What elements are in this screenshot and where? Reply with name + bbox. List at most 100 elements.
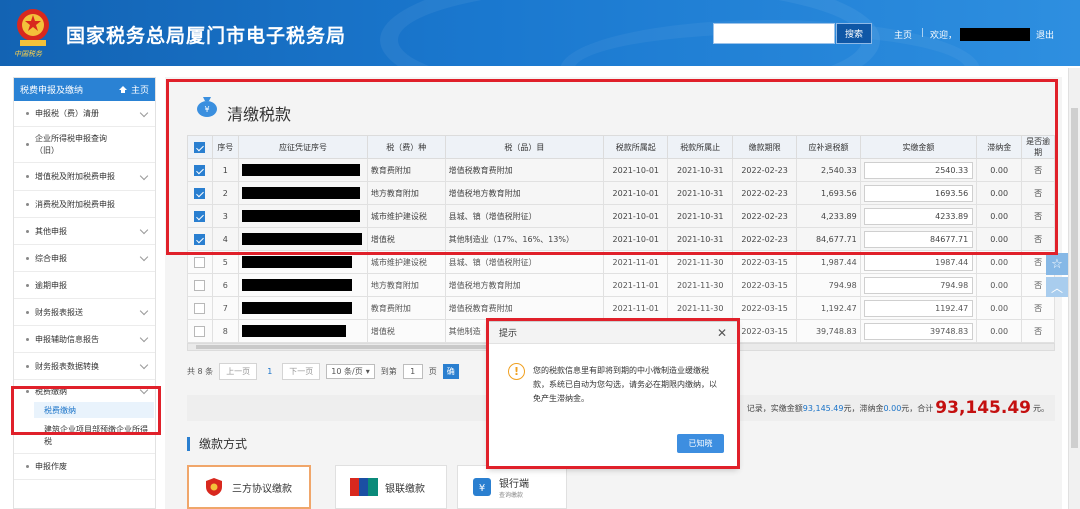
column-header: 滞纳金	[976, 135, 1023, 159]
cell-tax-type: 教育费附加	[366, 296, 446, 320]
paid-amount-input[interactable]: 1693.56	[863, 184, 974, 202]
close-icon[interactable]: ✕	[717, 326, 727, 340]
cell-late-fee: 0.00	[976, 273, 1023, 297]
chevron-down-icon	[139, 252, 149, 262]
row-checkbox[interactable]	[194, 210, 206, 222]
table-row[interactable]: 1 教育费附加 增值税教育费附加 2021-10-01 2021-10-31 2022-0…	[187, 158, 1055, 182]
back-to-top-icon[interactable]: ︿	[1046, 277, 1068, 297]
cell-period-start: 2021-11-01	[603, 273, 669, 297]
cell-tax-type: 地方教育附加	[366, 273, 446, 297]
logout-link[interactable]: 退出	[1036, 28, 1054, 41]
row-checkbox[interactable]	[194, 302, 206, 314]
cell-tax-item: 增值税地方教育附加	[444, 181, 605, 205]
page-vertical-scrollbar[interactable]	[1068, 68, 1080, 509]
sidebar-item-declaration-list[interactable]: 申报税（费）清册	[14, 101, 155, 127]
redacted-username	[960, 28, 1030, 41]
payment-option-bank[interactable]: ¥ 银行端 查询缴款	[457, 465, 567, 509]
cell-amount-paid: 39748.83	[859, 319, 978, 343]
row-checkbox[interactable]	[194, 256, 206, 268]
cell-index: 8	[211, 319, 240, 343]
current-page[interactable]: 1	[263, 367, 276, 376]
cell-voucher	[238, 204, 368, 228]
cell-period-end: 2021-10-31	[667, 181, 733, 205]
paid-amount-input[interactable]: 794.98	[863, 276, 974, 294]
sidebar-item-tax-payment[interactable]: 税费缴纳	[14, 380, 155, 402]
cell-late-fee: 0.00	[976, 227, 1023, 251]
chevron-down-icon	[139, 306, 149, 316]
table-row[interactable]: 6 地方教育附加 增值税地方教育附加 2021-11-01 2021-11-30 2022…	[187, 273, 1055, 297]
favorite-star-icon[interactable]: ☆	[1046, 253, 1068, 275]
column-header: 应补退税额	[796, 135, 861, 159]
row-checkbox[interactable]	[194, 279, 206, 291]
cell-amount-paid: 794.98	[859, 273, 978, 297]
cell-deadline: 2022-03-15	[731, 273, 798, 297]
paid-amount-input[interactable]: 2540.33	[863, 161, 974, 179]
sidebar-item-other[interactable]: 其他申报	[14, 218, 155, 245]
cell-tax-item: 增值税教育费附加	[444, 158, 605, 182]
sidebar-item-financial-report[interactable]: 财务报表报送	[14, 299, 155, 326]
table-row[interactable]: 5 城市维护建设税 县城、镇（增值税附征） 2021-11-01 2021-11-30 2…	[187, 250, 1055, 274]
sidebar-item-report-conversion[interactable]: 财务报表数据转换	[14, 353, 155, 380]
paid-amount-input[interactable]: 1987.44	[863, 253, 974, 271]
payment-option-unionpay[interactable]: 银联缴款	[335, 465, 447, 509]
cell-voucher	[238, 250, 368, 274]
cell-amount-paid: 84677.71	[859, 227, 978, 251]
scrollbar-thumb[interactable]	[1071, 108, 1078, 448]
prev-page-button[interactable]: 上一页	[219, 362, 258, 380]
cell-index: 6	[211, 273, 240, 297]
row-checkbox[interactable]	[194, 233, 206, 245]
sidebar-item-consumption-tax[interactable]: 消费税及附加税费申报	[14, 191, 155, 218]
sidebar-item-cit-query[interactable]: 企业所得税申报查询（旧）	[14, 127, 155, 163]
paid-amount-input[interactable]: 84677.71	[863, 230, 974, 248]
row-checkbox[interactable]	[194, 187, 206, 199]
paid-amount-input[interactable]: 4233.89	[863, 207, 974, 225]
tax-table: 序号 应征凭证序号 税（费）种 税（品）目 税款所属起 税款所属止 缴款期限 应…	[187, 135, 1055, 343]
select-all-checkbox[interactable]	[194, 141, 206, 153]
home-link[interactable]: 主页	[894, 28, 912, 41]
sidebar-subitem-tax-payment[interactable]: 税费缴纳	[34, 402, 154, 418]
select-all-header[interactable]	[187, 135, 213, 159]
bullet-icon	[26, 465, 29, 468]
table-row[interactable]: 4 增值税 其他制造业（17%、16%、13%） 2021-10-01 2021-10-…	[187, 227, 1055, 251]
national-emblem-icon	[17, 9, 49, 46]
payment-option-label: 三方协议缴款	[232, 483, 292, 495]
scrollbar-thumb[interactable]	[196, 345, 496, 349]
cell-tax-item: 增值税地方教育附加	[444, 273, 605, 297]
cell-select	[187, 158, 213, 182]
payment-option-label: 银联缴款	[385, 483, 425, 495]
sidebar-item-void[interactable]: 申报作废	[14, 454, 155, 480]
sidebar-item-label: 财务报表数据转换	[35, 361, 99, 371]
sidebar-item-vat[interactable]: 增值税及附加税费申报	[14, 163, 155, 191]
cell-late-fee: 0.00	[976, 158, 1023, 182]
cell-index: 3	[211, 204, 240, 228]
page-size-select[interactable]: 10 条/页 ▾	[326, 363, 375, 379]
cell-select	[187, 319, 213, 343]
sidebar-item-label: 税费缴纳	[35, 386, 67, 396]
sidebar-home-link[interactable]: 主页	[118, 83, 149, 96]
acknowledge-button[interactable]: 已知晓	[677, 434, 724, 453]
table-row[interactable]: 2 地方教育附加 增值税地方教育附加 2021-10-01 2021-10-31 2022…	[187, 181, 1055, 205]
column-header: 是否逾期	[1021, 135, 1055, 159]
paid-amount-input[interactable]: 39748.83	[863, 322, 974, 340]
payment-option-tripartite[interactable]: 三方协议缴款	[187, 465, 311, 509]
sidebar-item-comprehensive[interactable]: 综合申报	[14, 245, 155, 272]
paid-amount-input[interactable]: 1192.47	[863, 299, 974, 317]
cell-deadline: 2022-02-23	[731, 158, 798, 182]
sidebar-home-label: 主页	[130, 86, 149, 96]
search-input[interactable]	[713, 23, 835, 44]
row-checkbox[interactable]	[194, 164, 206, 176]
goto-confirm-button[interactable]: 确	[442, 363, 459, 379]
next-page-button[interactable]: 下一页	[282, 362, 321, 380]
redacted-voucher-number	[242, 187, 361, 199]
search-button[interactable]: 搜索	[836, 23, 872, 44]
table-row[interactable]: 3 城市维护建设税 县城、镇（增值税附征） 2021-10-01 2021-10-31 2…	[187, 204, 1055, 228]
table-row[interactable]: 7 教育费附加 增值税教育费附加 2021-11-01 2021-11-30 2022-0…	[187, 296, 1055, 320]
row-checkbox[interactable]	[194, 325, 206, 337]
emblem-label: 中国税务	[14, 50, 42, 58]
sidebar-item-overdue[interactable]: 逾期申报	[14, 272, 155, 299]
cell-amount-paid: 1693.56	[859, 181, 978, 205]
summary-mid-2: 元，合计	[901, 403, 934, 413]
sidebar-subitem-construction-prepay[interactable]: 建筑企业项目部预缴企业所得税	[14, 418, 155, 454]
sidebar-item-aux-info[interactable]: 申报辅助信息报告	[14, 326, 155, 353]
goto-page-input[interactable]: 1	[402, 363, 423, 379]
